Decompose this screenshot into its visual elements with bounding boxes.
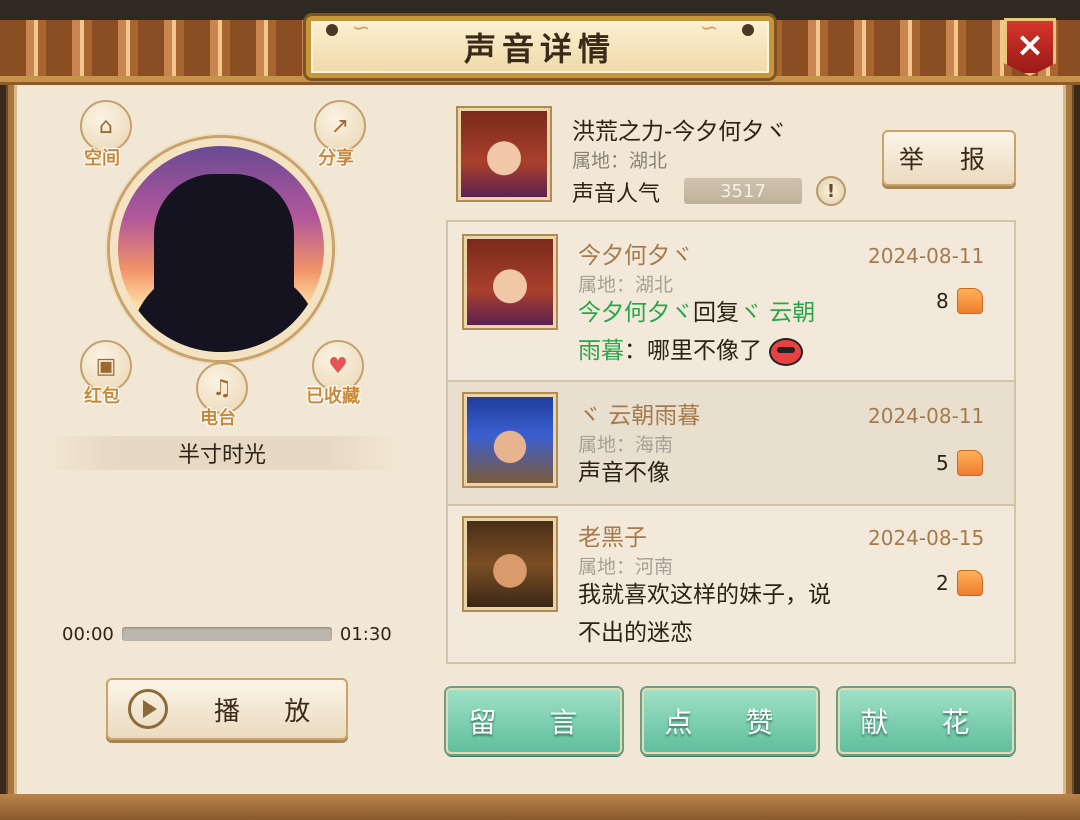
cloud-ornament-icon: ∽ xyxy=(700,16,719,41)
play-icon xyxy=(128,689,168,729)
close-icon: × xyxy=(1015,25,1045,65)
commenter-region: 属地：湖北 xyxy=(578,274,674,296)
rivet-icon xyxy=(326,24,338,36)
popularity-bar: 3517 xyxy=(684,178,802,204)
commenter-name: 今夕何夕ヾ xyxy=(578,243,693,269)
message-label: 留 言 xyxy=(468,706,600,739)
red-packet-label: 红包 xyxy=(84,386,120,407)
list-item: ヾ 云朝雨暮 属地：海南 声音不像 2024-08-11 5 xyxy=(448,382,1014,506)
like-label: 点 赞 xyxy=(664,706,796,739)
commenter-avatar[interactable] xyxy=(464,236,556,328)
list-item: 今夕何夕ヾ 属地：湖北 今夕何夕ヾ回复ヾ 云朝 雨暮：哪里不像了 2024-08… xyxy=(448,222,1014,382)
song-title-bar: 半寸时光 xyxy=(48,436,396,470)
cloud-ornament-icon: ∽ xyxy=(352,16,371,41)
favorited-label: 已收藏 xyxy=(306,386,360,407)
comment-date: 2024-08-15 xyxy=(868,526,985,550)
play-label: 播 放 xyxy=(214,696,329,727)
owner-region: 属地：湖北 xyxy=(572,150,668,172)
comment-date: 2024-08-11 xyxy=(868,404,985,428)
exclamation-icon: ! xyxy=(826,180,836,202)
space-label: 空间 xyxy=(84,148,120,169)
commenter-name: 老黑子 xyxy=(578,525,647,551)
dialog-title: 声音详情 xyxy=(463,30,616,68)
commenter-avatar[interactable] xyxy=(464,394,556,486)
commenter-region: 属地：海南 xyxy=(578,434,674,456)
emoji-icon xyxy=(769,337,804,366)
comment-date: 2024-08-11 xyxy=(868,244,985,268)
owner-name: 洪荒之力-今夕何夕ヾ xyxy=(572,119,788,145)
progress-track[interactable] xyxy=(121,627,332,641)
heart-icon: ♥ xyxy=(328,353,348,379)
bottom-border xyxy=(0,794,1080,820)
share-label: 分享 xyxy=(318,148,354,169)
comment-likes[interactable]: 5 xyxy=(936,450,983,476)
play-button[interactable]: 播 放 xyxy=(106,678,348,740)
message-button[interactable]: 留 言 xyxy=(446,688,622,754)
popularity-label: 声音人气 xyxy=(572,182,661,207)
comment-text: 声音不像 xyxy=(578,460,670,486)
report-button[interactable]: 举 报 xyxy=(882,130,1016,186)
commenter-avatar[interactable] xyxy=(464,518,556,610)
rivet-icon xyxy=(742,24,754,36)
current-time: 00:00 xyxy=(62,623,114,645)
radio-label: 电台 xyxy=(200,408,236,429)
audio-progress: 00:00 01:30 xyxy=(62,622,402,646)
comment-text: 我就喜欢这样的妹子，说 不出的迷恋 xyxy=(578,582,831,646)
owner-avatar[interactable] xyxy=(458,108,550,200)
red-packet-icon: ▣ xyxy=(95,353,117,379)
thumbs-up-icon[interactable] xyxy=(956,288,983,314)
report-label: 举 报 xyxy=(899,145,999,174)
flower-label: 献 花 xyxy=(860,706,992,739)
like-button[interactable]: 点 赞 xyxy=(642,688,818,754)
list-item: 老黑子 属地：河南 我就喜欢这样的妹子，说 不出的迷恋 2024-08-15 2 xyxy=(448,506,1014,662)
comment-likes[interactable]: 2 xyxy=(936,570,983,596)
commenter-region: 属地：河南 xyxy=(578,556,674,578)
share-icon: ↗ xyxy=(330,113,350,139)
gramophone-icon: ♫ xyxy=(212,375,232,401)
thumbs-up-icon[interactable] xyxy=(956,570,983,596)
commenter-name: ヾ 云朝雨暮 xyxy=(578,403,701,429)
total-time: 01:30 xyxy=(339,623,392,645)
voice-cover-image xyxy=(110,138,332,360)
song-title: 半寸时光 xyxy=(177,443,266,468)
home-icon: ⌂ xyxy=(99,113,113,139)
info-button[interactable]: ! xyxy=(816,176,846,206)
thumbs-up-icon[interactable] xyxy=(956,450,983,476)
flower-button[interactable]: 献 花 xyxy=(838,688,1014,754)
popularity-value: 3517 xyxy=(720,180,766,202)
comment-likes[interactable]: 8 xyxy=(936,288,983,314)
comment-text: 今夕何夕ヾ回复ヾ 云朝 雨暮：哪里不像了 xyxy=(578,300,816,366)
comment-list[interactable]: 今夕何夕ヾ 属地：湖北 今夕何夕ヾ回复ヾ 云朝 雨暮：哪里不像了 2024-08… xyxy=(446,220,1016,664)
